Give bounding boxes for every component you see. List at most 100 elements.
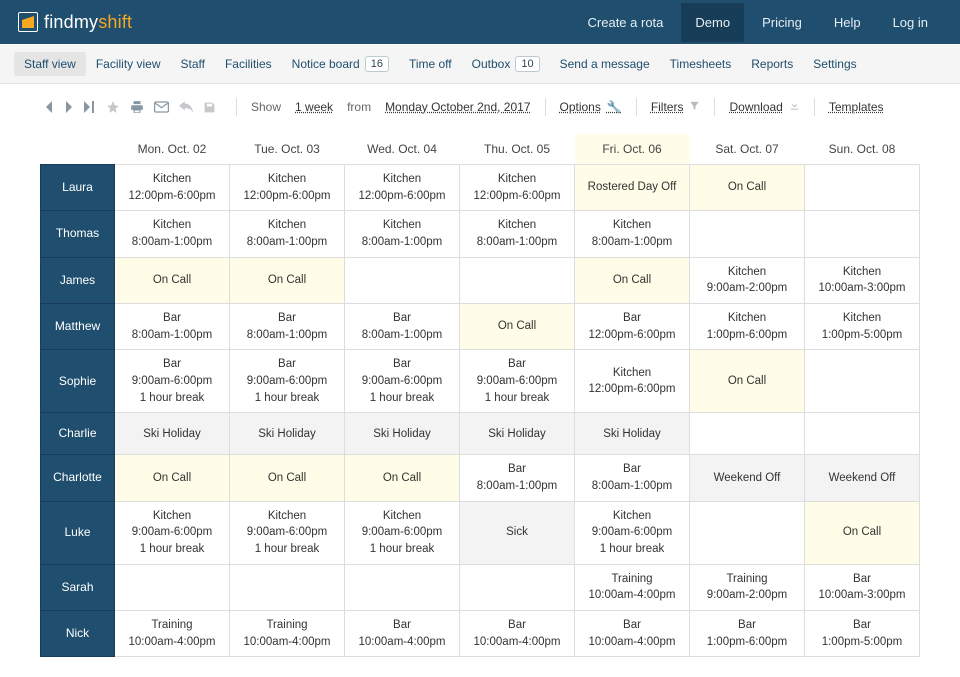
subnav-outbox[interactable]: Outbox10: [462, 51, 550, 77]
shift-cell[interactable]: On Call: [115, 455, 230, 501]
staff-name-cell[interactable]: James: [41, 257, 115, 303]
shift-cell[interactable]: Kitchen9:00am-6:00pm1 hour break: [115, 501, 230, 564]
day-header[interactable]: Thu. Oct. 05: [460, 134, 575, 165]
shift-cell[interactable]: [690, 211, 805, 257]
shift-cell[interactable]: [345, 564, 460, 610]
shift-cell[interactable]: Bar9:00am-6:00pm1 hour break: [230, 350, 345, 413]
shift-cell[interactable]: Bar8:00am-1:00pm: [345, 304, 460, 350]
nav-pricing[interactable]: Pricing: [748, 3, 816, 42]
shift-cell[interactable]: Bar10:00am-3:00pm: [805, 564, 920, 610]
staff-name-cell[interactable]: Matthew: [41, 304, 115, 350]
staff-name-cell[interactable]: Sophie: [41, 350, 115, 413]
logo[interactable]: findmyshift: [18, 12, 132, 33]
staff-name-cell[interactable]: Nick: [41, 611, 115, 657]
print-icon[interactable]: [130, 100, 144, 114]
date-selector[interactable]: Monday October 2nd, 2017: [385, 100, 530, 114]
day-header[interactable]: Sat. Oct. 07: [690, 134, 805, 165]
shift-cell[interactable]: Training10:00am-4:00pm: [115, 611, 230, 657]
shift-cell[interactable]: Training10:00am-4:00pm: [575, 564, 690, 610]
subnav-notice-board[interactable]: Notice board16: [282, 51, 399, 77]
shift-cell[interactable]: Kitchen8:00am-1:00pm: [230, 211, 345, 257]
day-header[interactable]: Sun. Oct. 08: [805, 134, 920, 165]
shift-cell[interactable]: [460, 564, 575, 610]
subnav-staff-view[interactable]: Staff view: [14, 52, 86, 76]
shift-cell[interactable]: Bar9:00am-6:00pm1 hour break: [115, 350, 230, 413]
shift-cell[interactable]: [805, 165, 920, 211]
shift-cell[interactable]: On Call: [115, 257, 230, 303]
shift-cell[interactable]: Kitchen12:00pm-6:00pm: [230, 165, 345, 211]
subnav-timesheets[interactable]: Timesheets: [660, 52, 742, 76]
shift-cell[interactable]: On Call: [345, 455, 460, 501]
range-selector[interactable]: 1 week: [295, 100, 333, 114]
day-header[interactable]: Fri. Oct. 06: [575, 134, 690, 165]
subnav-time-off[interactable]: Time off: [399, 52, 462, 76]
shift-cell[interactable]: [345, 257, 460, 303]
options-link[interactable]: Options🔧: [560, 100, 622, 114]
shift-cell[interactable]: Kitchen12:00pm-6:00pm: [575, 350, 690, 413]
subnav-send-message[interactable]: Send a message: [550, 52, 660, 76]
jump-next-icon[interactable]: [84, 101, 96, 113]
shift-cell[interactable]: [805, 413, 920, 455]
staff-name-cell[interactable]: Thomas: [41, 211, 115, 257]
mail-icon[interactable]: [154, 101, 169, 113]
shift-cell[interactable]: Ski Holiday: [115, 413, 230, 455]
shift-cell[interactable]: [115, 564, 230, 610]
shift-cell[interactable]: Bar8:00am-1:00pm: [115, 304, 230, 350]
shift-cell[interactable]: Bar10:00am-4:00pm: [460, 611, 575, 657]
shift-cell[interactable]: Training10:00am-4:00pm: [230, 611, 345, 657]
shift-cell[interactable]: Kitchen9:00am-2:00pm: [690, 257, 805, 303]
shift-cell[interactable]: [460, 257, 575, 303]
next-icon[interactable]: [64, 101, 74, 113]
prev-icon[interactable]: [44, 101, 54, 113]
day-header[interactable]: Wed. Oct. 04: [345, 134, 460, 165]
shift-cell[interactable]: Kitchen12:00pm-6:00pm: [345, 165, 460, 211]
shift-cell[interactable]: Kitchen9:00am-6:00pm1 hour break: [575, 501, 690, 564]
shift-cell[interactable]: Kitchen8:00am-1:00pm: [460, 211, 575, 257]
nav-login[interactable]: Log in: [879, 3, 942, 42]
shift-cell[interactable]: Kitchen12:00pm-6:00pm: [460, 165, 575, 211]
shift-cell[interactable]: Kitchen8:00am-1:00pm: [345, 211, 460, 257]
day-header[interactable]: Mon. Oct. 02: [115, 134, 230, 165]
nav-demo[interactable]: Demo: [681, 3, 744, 42]
subnav-facility-view[interactable]: Facility view: [86, 52, 171, 76]
save-icon[interactable]: [203, 101, 216, 114]
shift-cell[interactable]: [805, 350, 920, 413]
shift-cell[interactable]: Kitchen1:00pm-6:00pm: [690, 304, 805, 350]
shift-cell[interactable]: Weekend Off: [805, 455, 920, 501]
shift-cell[interactable]: On Call: [230, 257, 345, 303]
subnav-reports[interactable]: Reports: [741, 52, 803, 76]
shift-cell[interactable]: [230, 564, 345, 610]
shift-cell[interactable]: Sick: [460, 501, 575, 564]
shift-cell[interactable]: Ski Holiday: [230, 413, 345, 455]
shift-cell[interactable]: Training9:00am-2:00pm: [690, 564, 805, 610]
subnav-facilities[interactable]: Facilities: [215, 52, 282, 76]
day-header[interactable]: Tue. Oct. 03: [230, 134, 345, 165]
shift-cell[interactable]: Bar10:00am-4:00pm: [575, 611, 690, 657]
shift-cell[interactable]: On Call: [575, 257, 690, 303]
shift-cell[interactable]: Rostered Day Off: [575, 165, 690, 211]
staff-name-cell[interactable]: Laura: [41, 165, 115, 211]
subnav-settings[interactable]: Settings: [803, 52, 866, 76]
shift-cell[interactable]: Kitchen9:00am-6:00pm1 hour break: [230, 501, 345, 564]
download-link[interactable]: Download: [729, 100, 799, 114]
staff-name-cell[interactable]: Sarah: [41, 564, 115, 610]
shift-cell[interactable]: Kitchen12:00pm-6:00pm: [115, 165, 230, 211]
shift-cell[interactable]: Kitchen8:00am-1:00pm: [575, 211, 690, 257]
staff-name-cell[interactable]: Charlie: [41, 413, 115, 455]
shift-cell[interactable]: Kitchen10:00am-3:00pm: [805, 257, 920, 303]
undo-icon[interactable]: [179, 101, 193, 113]
shift-cell[interactable]: Bar12:00pm-6:00pm: [575, 304, 690, 350]
shift-cell[interactable]: Bar10:00am-4:00pm: [345, 611, 460, 657]
shift-cell[interactable]: Kitchen1:00pm-5:00pm: [805, 304, 920, 350]
staff-name-cell[interactable]: Luke: [41, 501, 115, 564]
shift-cell[interactable]: On Call: [230, 455, 345, 501]
shift-cell[interactable]: Kitchen9:00am-6:00pm1 hour break: [345, 501, 460, 564]
star-icon[interactable]: [106, 100, 120, 114]
nav-help[interactable]: Help: [820, 3, 875, 42]
nav-create-rota[interactable]: Create a rota: [574, 3, 678, 42]
shift-cell[interactable]: On Call: [460, 304, 575, 350]
staff-name-cell[interactable]: Charlotte: [41, 455, 115, 501]
shift-cell[interactable]: Bar1:00pm-5:00pm: [805, 611, 920, 657]
shift-cell[interactable]: Bar8:00am-1:00pm: [575, 455, 690, 501]
shift-cell[interactable]: Bar1:00pm-6:00pm: [690, 611, 805, 657]
